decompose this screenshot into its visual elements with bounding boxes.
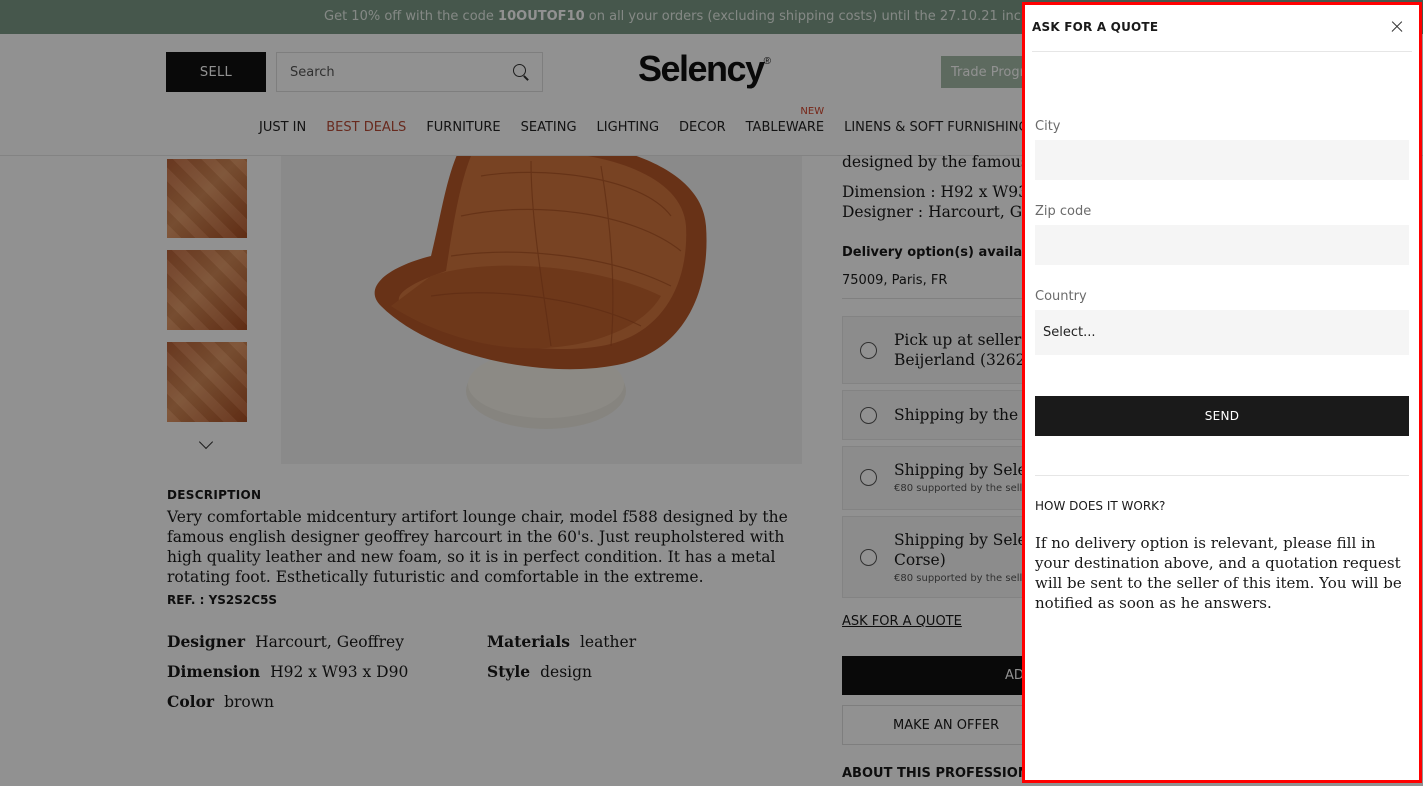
drawer-header-divider xyxy=(1032,51,1412,52)
zip-code-label: Zip code xyxy=(1035,204,1092,219)
how-it-works-text: If no delivery option is relevant, pleas… xyxy=(1035,534,1402,612)
zip-code-input[interactable] xyxy=(1035,225,1409,265)
city-input[interactable] xyxy=(1035,140,1409,180)
close-icon[interactable] xyxy=(1387,17,1407,37)
quote-drawer: ASK FOR A QUOTE City Zip code Country Se… xyxy=(1022,2,1422,783)
country-label: Country xyxy=(1035,289,1087,304)
city-label: City xyxy=(1035,119,1061,134)
drawer-title: ASK FOR A QUOTE xyxy=(1032,20,1159,34)
send-button[interactable]: SEND xyxy=(1035,396,1409,436)
country-select[interactable]: Select... xyxy=(1035,310,1409,355)
drawer-section-divider xyxy=(1035,475,1409,476)
how-it-works-heading: HOW DOES IT WORK? xyxy=(1035,499,1166,513)
